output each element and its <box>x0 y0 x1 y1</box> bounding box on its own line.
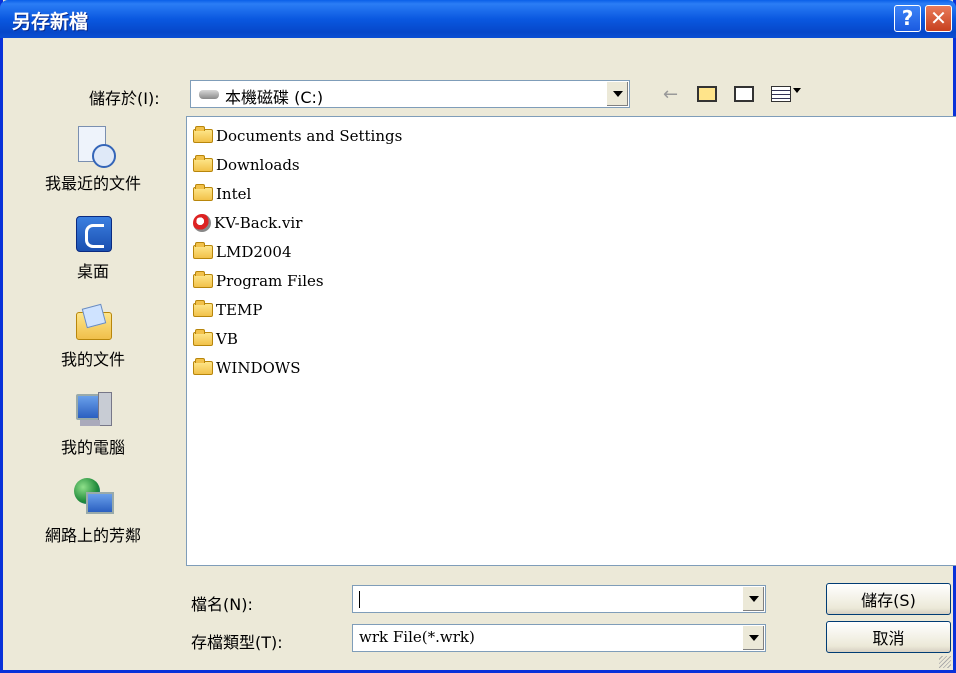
list-item[interactable]: Program Files <box>193 269 324 293</box>
chevron-down-icon <box>612 91 623 97</box>
place-label: 桌面 <box>76 262 109 281</box>
list-item[interactable]: KV-Back.vir <box>193 211 302 235</box>
place-desktop[interactable]: 桌面 <box>3 214 183 282</box>
list-item[interactable]: WINDOWS <box>193 356 301 380</box>
my-computer-icon <box>72 390 114 432</box>
resize-grip[interactable] <box>939 656 951 668</box>
filename-label: 檔名(N): <box>191 595 253 614</box>
view-menu-icon[interactable] <box>771 86 791 102</box>
place-my-computer[interactable]: 我的電腦 <box>3 390 183 458</box>
list-item[interactable]: Downloads <box>193 153 300 177</box>
list-item[interactable]: VB <box>193 327 238 351</box>
places-bar: 我最近的文件 桌面 我的文件 我的電腦 網路上的芳鄰 <box>3 116 183 566</box>
place-network-places[interactable]: 網路上的芳鄰 <box>3 478 183 546</box>
my-documents-icon <box>72 302 114 344</box>
place-label: 我最近的文件 <box>44 174 141 193</box>
filename-combo[interactable] <box>352 585 766 613</box>
list-item[interactable]: Documents and Settings <box>193 124 402 148</box>
save-as-dialog: 另存新檔 ? ✕ 儲存於(I): 本機磁碟 (C:) ← 我最近的文件 桌面 我… <box>0 0 956 673</box>
place-recent-documents[interactable]: 我最近的文件 <box>3 126 183 194</box>
folder-icon <box>193 329 213 346</box>
filetype-label: 存檔類型(T): <box>191 633 283 652</box>
save-in-value: 本機磁碟 (C:) <box>225 88 324 107</box>
folder-icon <box>193 242 213 259</box>
chevron-down-icon <box>748 596 759 602</box>
filename-dropdown-button[interactable] <box>742 587 764 611</box>
window-title: 另存新檔 <box>12 11 89 33</box>
save-in-combo[interactable]: 本機磁碟 (C:) <box>190 80 630 108</box>
save-in-dropdown-button[interactable] <box>606 82 628 106</box>
folder-icon <box>193 155 213 172</box>
text-caret <box>359 591 360 608</box>
recent-documents-icon <box>72 126 116 168</box>
place-label: 網路上的芳鄰 <box>44 526 141 545</box>
folder-icon <box>193 271 213 288</box>
place-label: 我的電腦 <box>60 438 125 457</box>
folder-icon <box>193 126 213 143</box>
list-item[interactable]: Intel <box>193 182 251 206</box>
file-list[interactable]: Documents and Settings Downloads Intel K… <box>186 116 956 566</box>
place-my-documents[interactable]: 我的文件 <box>3 302 183 370</box>
view-dropdown-icon[interactable] <box>793 88 801 93</box>
network-places-icon <box>72 478 114 520</box>
help-button[interactable]: ? <box>894 5 921 32</box>
up-folder-icon[interactable] <box>697 86 717 102</box>
filetype-dropdown-button[interactable] <box>742 626 764 650</box>
chevron-down-icon <box>748 635 759 641</box>
save-in-label: 儲存於(I): <box>89 89 160 108</box>
new-folder-icon[interactable] <box>734 86 754 102</box>
hard-drive-icon <box>199 90 219 99</box>
place-label: 我的文件 <box>60 350 125 369</box>
filetype-value: wrk File(*.wrk) <box>359 628 475 646</box>
folder-icon <box>193 184 213 201</box>
filetype-select[interactable]: wrk File(*.wrk) <box>352 624 766 652</box>
list-item[interactable]: LMD2004 <box>193 240 292 264</box>
title-bar[interactable]: 另存新檔 ? ✕ <box>0 0 956 38</box>
list-item[interactable]: TEMP <box>193 298 262 322</box>
folder-icon <box>193 358 213 375</box>
close-button[interactable]: ✕ <box>925 5 952 32</box>
virus-file-icon <box>193 214 211 232</box>
save-button[interactable]: 儲存(S) <box>826 583 951 615</box>
back-arrow-icon[interactable]: ← <box>663 84 678 105</box>
folder-icon <box>193 300 213 317</box>
desktop-icon <box>72 214 114 256</box>
cancel-button[interactable]: 取消 <box>826 621 951 653</box>
